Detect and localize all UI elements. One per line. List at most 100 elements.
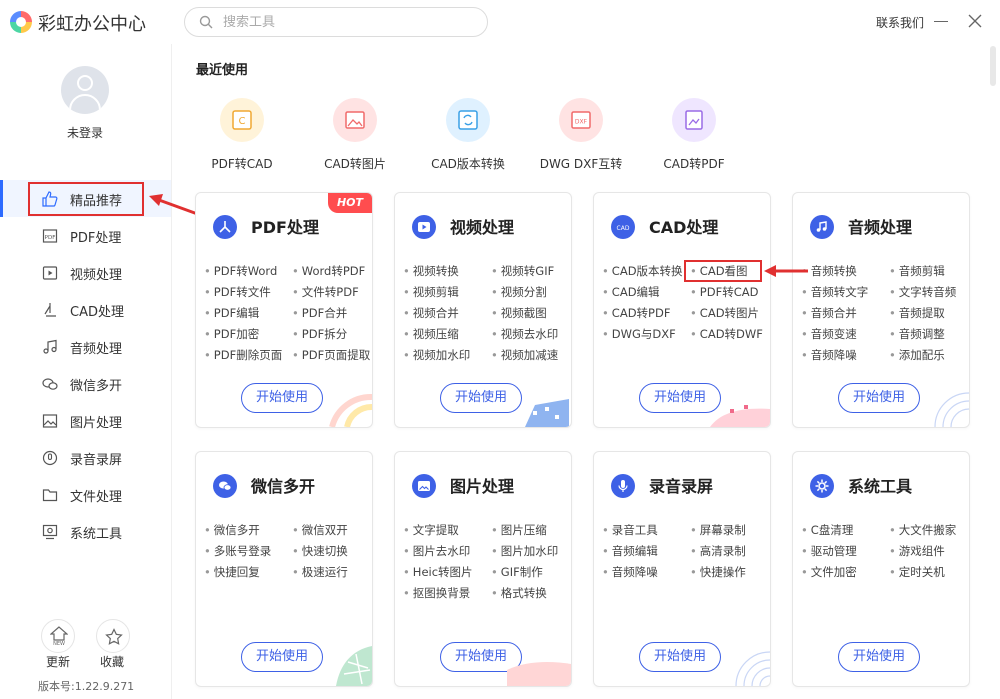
tool-link[interactable]: CAD版本转换: [602, 263, 683, 279]
tool-link[interactable]: 音频降噪: [602, 564, 658, 580]
tool-link[interactable]: 图片加水印: [491, 543, 559, 559]
tool-link[interactable]: 音频合并: [801, 305, 857, 321]
tool-link[interactable]: CAD转图片: [690, 305, 759, 321]
tool-link[interactable]: 视频截图: [491, 305, 547, 321]
sidebar-item-video[interactable]: 视频处理: [0, 254, 171, 291]
tool-link[interactable]: 文字提取: [403, 522, 459, 538]
tool-link[interactable]: CAD编辑: [602, 284, 660, 300]
recent-item-label: DWG DXF互转: [539, 157, 623, 171]
tool-link[interactable]: 视频加水印: [403, 347, 471, 363]
decoration-icon: [507, 662, 571, 686]
tool-link[interactable]: 图片去水印: [403, 543, 471, 559]
scrollbar-thumb[interactable]: [990, 46, 996, 86]
start-button[interactable]: 开始使用: [241, 642, 323, 672]
tool-link[interactable]: 音频调整: [889, 326, 945, 342]
tool-link[interactable]: 定时关机: [889, 564, 945, 580]
svg-text:C: C: [239, 116, 246, 127]
tool-link[interactable]: PDF转文件: [204, 284, 271, 300]
tool-link[interactable]: PDF删除页面: [204, 347, 282, 363]
tool-link[interactable]: Word转PDF: [292, 263, 365, 279]
tool-link[interactable]: 视频去水印: [491, 326, 559, 342]
tool-link[interactable]: 快捷回复: [204, 564, 260, 580]
tool-link[interactable]: 音频编辑: [602, 543, 658, 559]
tool-link[interactable]: CAD转PDF: [602, 305, 671, 321]
tool-link[interactable]: 视频加减速: [491, 347, 559, 363]
tool-link[interactable]: 快速切换: [292, 543, 348, 559]
sidebar-item-system[interactable]: 系统工具: [0, 513, 171, 550]
folder-icon: [42, 489, 58, 502]
start-button[interactable]: 开始使用: [838, 642, 920, 672]
tool-link[interactable]: 音频变速: [801, 326, 857, 342]
sidebar-item-file[interactable]: 文件处理: [0, 476, 171, 513]
contact-us-link[interactable]: 联系我们: [876, 14, 924, 31]
tool-link[interactable]: 视频转换: [403, 263, 459, 279]
sidebar-item-label: 系统工具: [70, 527, 123, 542]
tool-link[interactable]: 图片压缩: [491, 522, 547, 538]
tool-link[interactable]: PDF编辑: [204, 305, 259, 321]
sidebar-item-wechat[interactable]: 微信多开: [0, 365, 171, 402]
tool-link[interactable]: 快捷操作: [690, 564, 746, 580]
sidebar-item-label: 视频处理: [70, 268, 123, 283]
sidebar-item-audio[interactable]: 音频处理: [0, 328, 171, 365]
tool-link[interactable]: 微信多开: [204, 522, 260, 538]
sidebar-item-image[interactable]: 图片处理: [0, 402, 171, 439]
tool-link[interactable]: 视频压缩: [403, 326, 459, 342]
image-card-icon: [412, 474, 436, 498]
minimize-icon[interactable]: [934, 21, 948, 22]
tool-link[interactable]: 文件转PDF: [292, 284, 359, 300]
avatar[interactable]: [61, 66, 109, 114]
tool-link[interactable]: PDF拆分: [292, 326, 347, 342]
scrollbar[interactable]: [988, 44, 998, 699]
tool-link[interactable]: 多账号登录: [204, 543, 272, 559]
search-box[interactable]: [184, 7, 488, 37]
star-icon: [105, 628, 123, 645]
tool-link[interactable]: 格式转换: [491, 585, 547, 601]
tool-link[interactable]: PDF转CAD: [690, 284, 759, 300]
app-title: 彩虹办公中心: [38, 14, 146, 35]
sidebar-item-record[interactable]: 录音录屏: [0, 439, 171, 476]
tool-link[interactable]: 视频合并: [403, 305, 459, 321]
tool-link[interactable]: 录音工具: [602, 522, 658, 538]
tool-link[interactable]: CAD转DWF: [690, 326, 763, 342]
start-button[interactable]: 开始使用: [639, 642, 721, 672]
tool-link[interactable]: 屏幕录制: [690, 522, 746, 538]
tool-link[interactable]: 抠图换背景: [403, 585, 471, 601]
close-icon[interactable]: [967, 13, 983, 29]
search-input[interactable]: [223, 13, 473, 31]
tool-link[interactable]: DWG与DXF: [602, 326, 676, 342]
tool-link[interactable]: 添加配乐: [889, 347, 945, 363]
tool-link[interactable]: Heic转图片: [403, 564, 473, 580]
tool-link[interactable]: 游戏组件: [889, 543, 945, 559]
tool-link[interactable]: PDF合并: [292, 305, 347, 321]
start-button[interactable]: 开始使用: [838, 383, 920, 413]
favorite-button[interactable]: [96, 619, 130, 653]
tool-link[interactable]: 音频剪辑: [889, 263, 945, 279]
start-button[interactable]: 开始使用: [639, 383, 721, 413]
sidebar-item-cad[interactable]: CAD处理: [0, 291, 171, 328]
tool-link[interactable]: 驱动管理: [801, 543, 857, 559]
tool-link[interactable]: 文件加密: [801, 564, 857, 580]
tool-link[interactable]: GIF制作: [491, 564, 543, 580]
tool-link[interactable]: 音频转文字: [801, 284, 869, 300]
tool-link[interactable]: 文字转音频: [889, 284, 957, 300]
sidebar-item-label: 微信多开: [70, 379, 123, 394]
tool-link[interactable]: 音频降噪: [801, 347, 857, 363]
start-button[interactable]: 开始使用: [440, 383, 522, 413]
tool-link[interactable]: 音频提取: [889, 305, 945, 321]
tool-link[interactable]: PDF转Word: [204, 263, 277, 279]
update-button[interactable]: NEW: [41, 619, 75, 653]
tool-link[interactable]: 视频转GIF: [491, 263, 554, 279]
tool-link[interactable]: C盘清理: [801, 522, 854, 538]
tool-link[interactable]: 高清录制: [690, 543, 746, 559]
tool-link[interactable]: 大文件搬家: [889, 522, 957, 538]
tool-link[interactable]: 视频分割: [491, 284, 547, 300]
tool-link[interactable]: PDF加密: [204, 326, 259, 342]
decoration-icon: [710, 405, 770, 427]
tool-link[interactable]: PDF页面提取: [292, 347, 370, 363]
tool-link[interactable]: 视频剪辑: [403, 284, 459, 300]
login-status[interactable]: 未登录: [0, 124, 170, 141]
start-button[interactable]: 开始使用: [241, 383, 323, 413]
tool-link[interactable]: 微信双开: [292, 522, 348, 538]
card-image: 图片处理 文字提取 图片压缩 图片去水印 图片加水印 Heic转图片 GIF制作…: [394, 451, 572, 687]
tool-link[interactable]: 极速运行: [292, 564, 348, 580]
